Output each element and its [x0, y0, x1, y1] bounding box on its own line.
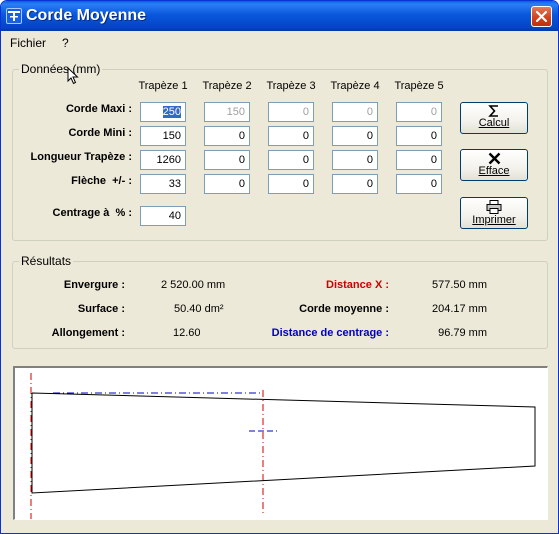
label-corde-moyenne: Corde moyenne :: [299, 303, 389, 315]
fleche-t4[interactable]: 0: [332, 174, 378, 194]
longueur-t3[interactable]: 0: [268, 150, 314, 170]
corde-mini-t4[interactable]: 0: [332, 126, 378, 146]
centrage-input[interactable]: 40: [140, 206, 186, 226]
longueur-t1[interactable]: 1260: [140, 150, 186, 170]
wing-drawing-canvas: [13, 366, 548, 520]
longueur-t2[interactable]: 0: [204, 150, 250, 170]
printer-icon: [486, 200, 502, 214]
wing-outline: [31, 392, 536, 494]
value-envergure: 2 520.00 mm: [161, 279, 226, 291]
value-distance-centrage: 96.79 mm: [438, 327, 487, 339]
col-header-trapeze-3: Trapèze 3: [266, 80, 316, 92]
value-corde-moyenne: 204.17 mm: [431, 303, 487, 315]
label-fleche: Flèche +/- :: [71, 175, 132, 187]
label-centrage: Centrage à % :: [52, 207, 132, 219]
close-icon: [535, 10, 548, 23]
fleche-t5[interactable]: 0: [396, 174, 442, 194]
col-header-trapeze-5: Trapèze 5: [394, 80, 444, 92]
fleche-t2[interactable]: 0: [204, 174, 250, 194]
label-corde-mini: Corde Mini :: [68, 127, 132, 139]
sigma-icon: [488, 105, 498, 117]
corde-mini-t3[interactable]: 0: [268, 126, 314, 146]
corde-maxi-t2: 150: [204, 102, 250, 122]
label-longueur-trapeze: Longueur Trapèze :: [30, 151, 132, 163]
calcul-label: Calcul: [478, 117, 510, 129]
imprimer-button[interactable]: Imprimer: [460, 197, 528, 229]
longueur-t5[interactable]: 0: [396, 150, 442, 170]
menu-fichier[interactable]: Fichier: [10, 36, 46, 50]
corde-maxi-t1[interactable]: 250: [140, 102, 186, 122]
corde-maxi-t5: 0: [396, 102, 442, 122]
efface-button[interactable]: Efface: [460, 149, 528, 181]
label-allongement: Allongement :: [51, 327, 125, 339]
value-allongement: 12.60: [173, 327, 201, 339]
col-header-trapeze-2: Trapèze 2: [202, 80, 252, 92]
donnees-title: Données (mm): [19, 62, 103, 76]
mouse-cursor-icon: [67, 67, 79, 85]
label-distance-centrage: Distance de centrage :: [271, 327, 389, 339]
wing-drawing: [30, 373, 536, 519]
label-distance-x: Distance X :: [326, 279, 389, 291]
menu-bar: Fichier ?: [1, 34, 558, 53]
value-surface: 50.40 dm²: [174, 303, 224, 315]
calcul-button[interactable]: Calcul: [460, 102, 528, 134]
imprimer-label: Imprimer: [472, 214, 516, 226]
corde-maxi-t3: 0: [268, 102, 314, 122]
col-header-trapeze-4: Trapèze 4: [330, 80, 380, 92]
longueur-t4[interactable]: 0: [332, 150, 378, 170]
window-title: Corde Moyenne: [26, 7, 147, 24]
cross-icon: [488, 152, 500, 165]
title-bar[interactable]: Corde Moyenne: [1, 1, 558, 31]
app-icon[interactable]: [6, 8, 22, 24]
col-header-trapeze-1: Trapèze 1: [138, 80, 188, 92]
corde-mini-t5[interactable]: 0: [396, 126, 442, 146]
corde-mini-t2[interactable]: 0: [204, 126, 250, 146]
label-surface: Surface :: [77, 303, 125, 315]
corde-maxi-t4: 0: [332, 102, 378, 122]
app-window: Corde Moyenne Fichier ? Données (mm) Tra…: [0, 0, 559, 534]
value-distance-x: 577.50 mm: [431, 279, 487, 291]
close-button[interactable]: [531, 6, 552, 27]
fleche-t1[interactable]: 33: [140, 174, 186, 194]
resultats-title: Résultats: [19, 254, 74, 268]
fleche-t3[interactable]: 0: [268, 174, 314, 194]
label-envergure: Envergure :: [63, 279, 125, 291]
selected-text: 250: [162, 106, 181, 118]
corde-mini-t1[interactable]: 150: [140, 126, 186, 146]
efface-label: Efface: [478, 165, 510, 177]
label-corde-maxi: Corde Maxi :: [65, 103, 132, 115]
menu-help[interactable]: ?: [62, 36, 69, 50]
